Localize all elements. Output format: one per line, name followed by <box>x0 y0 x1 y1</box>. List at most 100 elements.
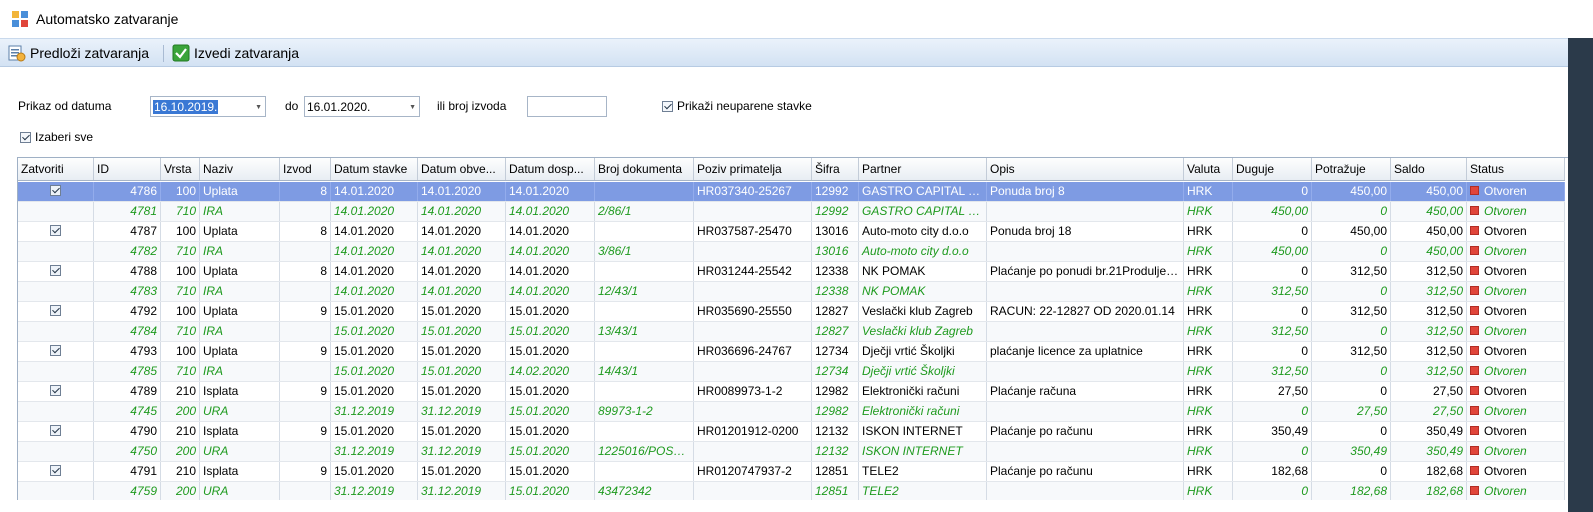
toolbar-separator <box>163 45 164 62</box>
column-header-potrazuje[interactable]: Potražuje <box>1312 158 1391 180</box>
column-header-opis[interactable]: Opis <box>987 158 1184 180</box>
cell-sifra: 12338 <box>812 262 859 281</box>
cell-potrazuje: 0 <box>1312 462 1391 481</box>
cell-poziv <box>694 482 812 500</box>
cell-id: 4782 <box>94 242 161 261</box>
table-row-matched-document[interactable]: 4750 200 URA 31.12.2019 31.12.2019 15.01.2020… <box>18 442 1565 462</box>
column-header-sifra[interactable]: Šifra <box>812 158 859 180</box>
cell-duguje: 0 <box>1233 442 1312 461</box>
cell-opis <box>987 402 1184 421</box>
cell-poziv: HR037587-25470 <box>694 222 812 241</box>
chevron-down-icon[interactable]: ▼ <box>255 104 262 111</box>
status-text: Otvoren <box>1484 204 1527 218</box>
column-header-poziv[interactable]: Poziv primatelja <box>694 158 812 180</box>
cell-potrazuje: 450,00 <box>1312 222 1391 241</box>
row-close-checkbox[interactable] <box>50 465 61 477</box>
column-header-partner[interactable]: Partner <box>859 158 987 180</box>
table-row-payment[interactable]: 4786 100 Uplata 8 14.01.2020 14.01.2020 14.01.… <box>18 182 1565 202</box>
cell-valuta: HRK <box>1184 262 1233 281</box>
column-header-checked[interactable]: Zatvoriti <box>18 158 94 180</box>
from-date-picker[interactable]: 16.10.2019. ▼ <box>150 96 266 117</box>
chevron-down-icon[interactable]: ▼ <box>409 104 416 111</box>
cell-saldo: 312,50 <box>1391 262 1467 281</box>
cell-izvod: 8 <box>280 182 331 201</box>
table-row-matched-document[interactable]: 4781 710 IRA 14.01.2020 14.01.2020 14.01.2020… <box>18 202 1565 222</box>
cell-broj-dok <box>595 342 694 361</box>
row-close-checkbox[interactable] <box>50 305 61 317</box>
table-row-matched-document[interactable]: 4782 710 IRA 14.01.2020 14.01.2020 14.01.2020… <box>18 242 1565 262</box>
table-row-payment[interactable]: 4793 100 Uplata 9 15.01.2020 15.01.2020 15.01.… <box>18 342 1565 362</box>
cell-valuta: HRK <box>1184 282 1233 301</box>
row-close-checkbox[interactable] <box>50 185 61 197</box>
cell-status: Otvoren <box>1467 362 1565 381</box>
table-row-matched-document[interactable]: 4783 710 IRA 14.01.2020 14.01.2020 14.01.2020… <box>18 282 1565 302</box>
cell-status: Otvoren <box>1467 382 1565 401</box>
table-row-payment[interactable]: 4792 100 Uplata 9 15.01.2020 15.01.2020 15.01.… <box>18 302 1565 322</box>
to-date-picker[interactable]: 16.01.2020. ▼ <box>304 96 420 117</box>
table-row-payment[interactable]: 4788 100 Uplata 8 14.01.2020 14.01.2020 14.01.… <box>18 262 1565 282</box>
title-bar: Automatsko zatvaranje <box>0 0 1593 38</box>
cell-saldo: 182,68 <box>1391 482 1467 500</box>
select-all-checkbox[interactable] <box>20 132 31 143</box>
row-close-checkbox[interactable] <box>50 265 61 277</box>
row-close-checkbox[interactable] <box>50 385 61 397</box>
execute-button[interactable]: Izvedi zatvaranja <box>172 43 299 63</box>
column-header-vrsta[interactable]: Vrsta <box>161 158 200 180</box>
cell-datum-dosp: 15.01.2020 <box>506 382 595 401</box>
column-header-id[interactable]: ID <box>94 158 161 180</box>
table-row-matched-document[interactable]: 4759 200 URA 31.12.2019 31.12.2019 15.01.2020… <box>18 482 1565 500</box>
row-close-checkbox[interactable] <box>50 225 61 237</box>
cell-opis <box>987 322 1184 341</box>
show-unpaired-checkbox[interactable] <box>662 101 673 112</box>
cell-datum-stavke: 15.01.2020 <box>331 422 418 441</box>
table-row-matched-document[interactable]: 4745 200 URA 31.12.2019 31.12.2019 15.01.2020… <box>18 402 1565 422</box>
column-header-duguje[interactable]: Duguje <box>1233 158 1312 180</box>
table-row-matched-document[interactable]: 4785 710 IRA 15.01.2020 15.01.2020 14.02.2020… <box>18 362 1565 382</box>
table-row-payment[interactable]: 4789 210 Isplata 9 15.01.2020 15.01.2020 15.01… <box>18 382 1565 402</box>
cell-izvod: 9 <box>280 342 331 361</box>
table-row-matched-document[interactable]: 4784 710 IRA 15.01.2020 15.01.2020 15.01.2020… <box>18 322 1565 342</box>
row-close-checkbox[interactable] <box>50 425 61 437</box>
cell-saldo: 312,50 <box>1391 342 1467 361</box>
cell-status: Otvoren <box>1467 242 1565 261</box>
column-header-saldo[interactable]: Saldo <box>1391 158 1467 180</box>
cell-saldo: 312,50 <box>1391 322 1467 341</box>
column-header-datum-dosp[interactable]: Datum dosp... <box>506 158 595 180</box>
cell-duguje: 0 <box>1233 182 1312 201</box>
row-close-checkbox[interactable] <box>50 345 61 357</box>
cell-broj-dok: 13/43/1 <box>595 322 694 341</box>
cell-izvod <box>280 282 331 301</box>
cell-id: 4792 <box>94 302 161 321</box>
column-header-broj-dok[interactable]: Broj dokumenta <box>595 158 694 180</box>
statement-number-input[interactable] <box>527 96 607 117</box>
cell-sifra: 12992 <box>812 182 859 201</box>
cell-datum-stavke: 31.12.2019 <box>331 402 418 421</box>
propose-button[interactable]: Predloži zatvaranja <box>8 43 149 63</box>
column-header-datum-stavke[interactable]: Datum stavke <box>331 158 418 180</box>
cell-opis: plaćanje licence za uplatnice <box>987 342 1184 361</box>
cell-id: 4788 <box>94 262 161 281</box>
cell-sifra: 12734 <box>812 362 859 381</box>
table-row-payment[interactable]: 4791 210 Isplata 9 15.01.2020 15.01.2020 15.01… <box>18 462 1565 482</box>
table-row-payment[interactable]: 4790 210 Isplata 9 15.01.2020 15.01.2020 15.01… <box>18 422 1565 442</box>
closing-grid[interactable]: Zatvoriti ID Vrsta Naziv Izvod Datum stavke Da… <box>17 157 1568 500</box>
column-header-naziv[interactable]: Naziv <box>200 158 280 180</box>
column-header-datum-obv[interactable]: Datum obve... <box>418 158 506 180</box>
cell-id: 4785 <box>94 362 161 381</box>
cell-izvod: 9 <box>280 302 331 321</box>
table-row-payment[interactable]: 4787 100 Uplata 8 14.01.2020 14.01.2020 14.01.… <box>18 222 1565 242</box>
status-open-icon <box>1470 346 1479 356</box>
column-header-izvod[interactable]: Izvod <box>280 158 331 180</box>
cell-datum-dosp: 15.01.2020 <box>506 422 595 441</box>
cell-naziv: IRA <box>200 362 280 381</box>
cell-checked <box>18 202 94 221</box>
cell-partner: GASTRO CAPITAL d.o.o. <box>859 202 987 221</box>
column-header-status[interactable]: Status <box>1467 158 1565 180</box>
cell-checked <box>18 222 94 241</box>
cell-duguje: 350,49 <box>1233 422 1312 441</box>
cell-broj-dok <box>595 182 694 201</box>
cell-datum-stavke: 15.01.2020 <box>331 462 418 481</box>
column-header-valuta[interactable]: Valuta <box>1184 158 1233 180</box>
status-open-icon <box>1470 486 1479 496</box>
cell-valuta: HRK <box>1184 382 1233 401</box>
